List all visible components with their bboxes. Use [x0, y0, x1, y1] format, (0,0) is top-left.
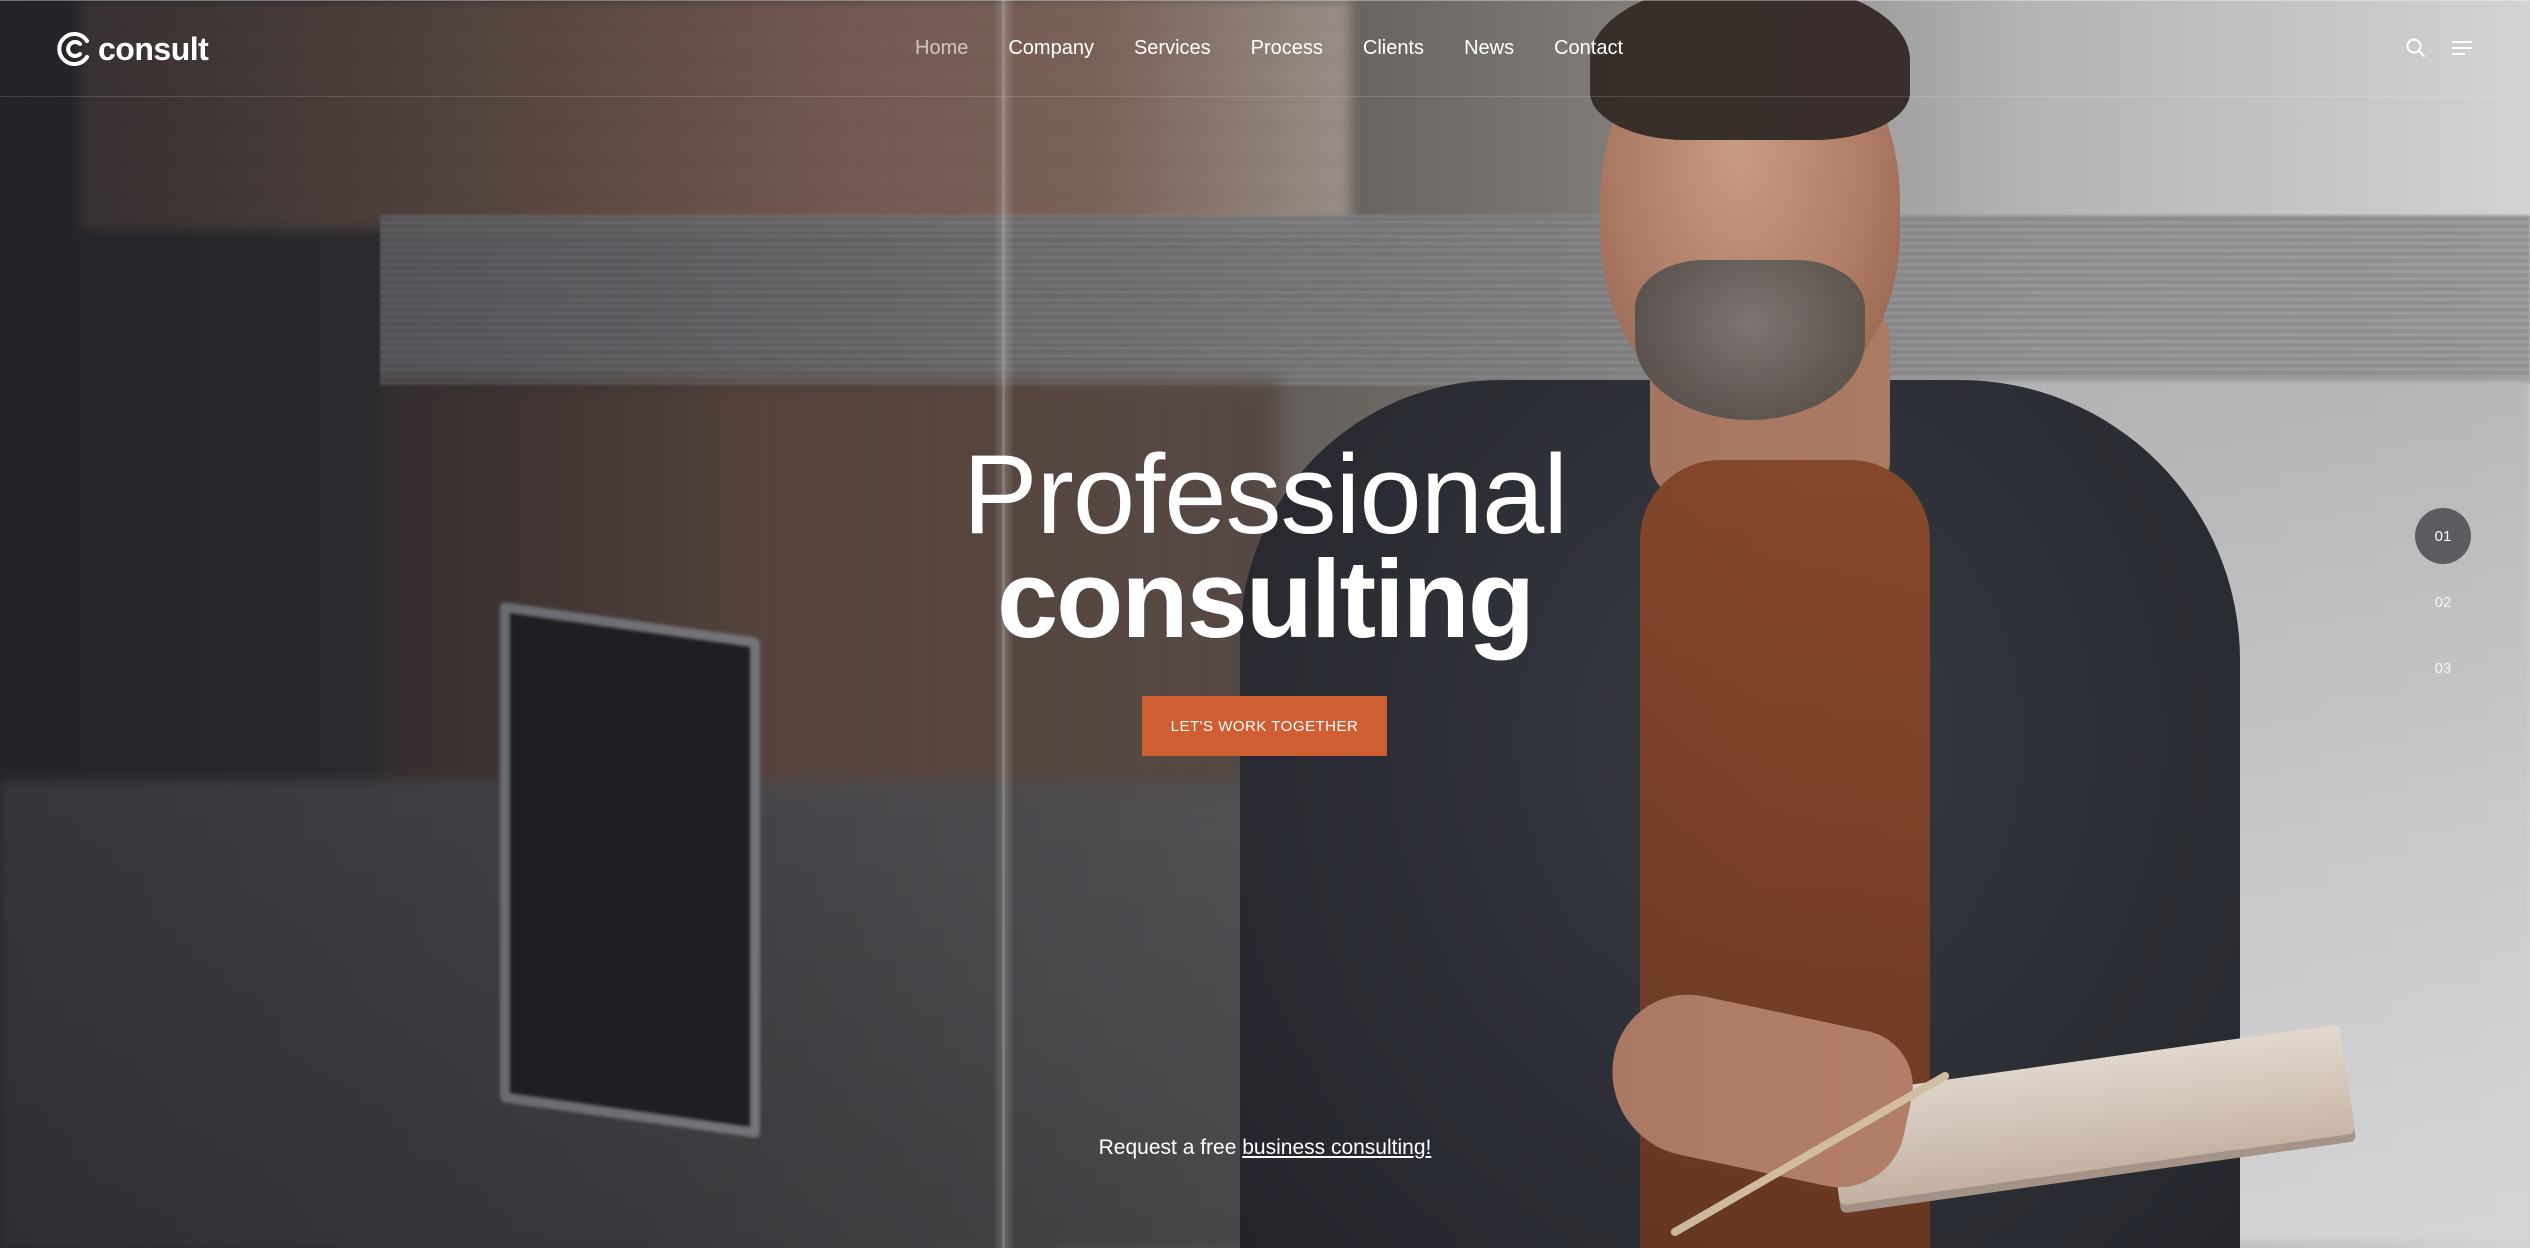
header-actions — [2404, 36, 2474, 60]
main-nav: Home Company Services Process Clients Ne… — [915, 34, 1623, 62]
nav-item-home[interactable]: Home — [915, 34, 968, 62]
logo-icon — [57, 32, 89, 66]
nav-item-services[interactable]: Services — [1134, 34, 1211, 62]
slide-03-button[interactable]: 03 — [2415, 640, 2471, 696]
search-icon[interactable] — [2404, 36, 2428, 60]
logo[interactable]: consult — [56, 28, 209, 70]
hero-subtext: Request a free business consulting! — [0, 1136, 2530, 1160]
menu-icon[interactable] — [2450, 36, 2474, 60]
slide-02-button[interactable]: 02 — [2415, 574, 2471, 630]
slide-01-button[interactable]: 01 — [2415, 508, 2471, 564]
nav-item-company[interactable]: Company — [1008, 34, 1094, 62]
hero-title: Professional consulting — [0, 432, 2530, 661]
nav-item-news[interactable]: News — [1464, 34, 1514, 62]
work-together-button[interactable]: LET'S WORK TOGETHER — [1142, 696, 1387, 756]
slider-pager: 01 02 03 — [2415, 508, 2471, 706]
nav-item-clients[interactable]: Clients — [1363, 34, 1424, 62]
business-consulting-link[interactable]: business consulting! — [1242, 1136, 1431, 1159]
logo-text: consult — [98, 30, 209, 67]
hero-title-line2: consulting — [996, 538, 1535, 661]
subtext-label: Request a free — [1098, 1136, 1243, 1159]
site-header: consult Home Company Services Process Cl… — [0, 0, 2530, 97]
nav-item-process[interactable]: Process — [1251, 34, 1323, 62]
hero-title-line1: Professional — [962, 432, 1568, 557]
nav-item-contact[interactable]: Contact — [1554, 34, 1623, 62]
